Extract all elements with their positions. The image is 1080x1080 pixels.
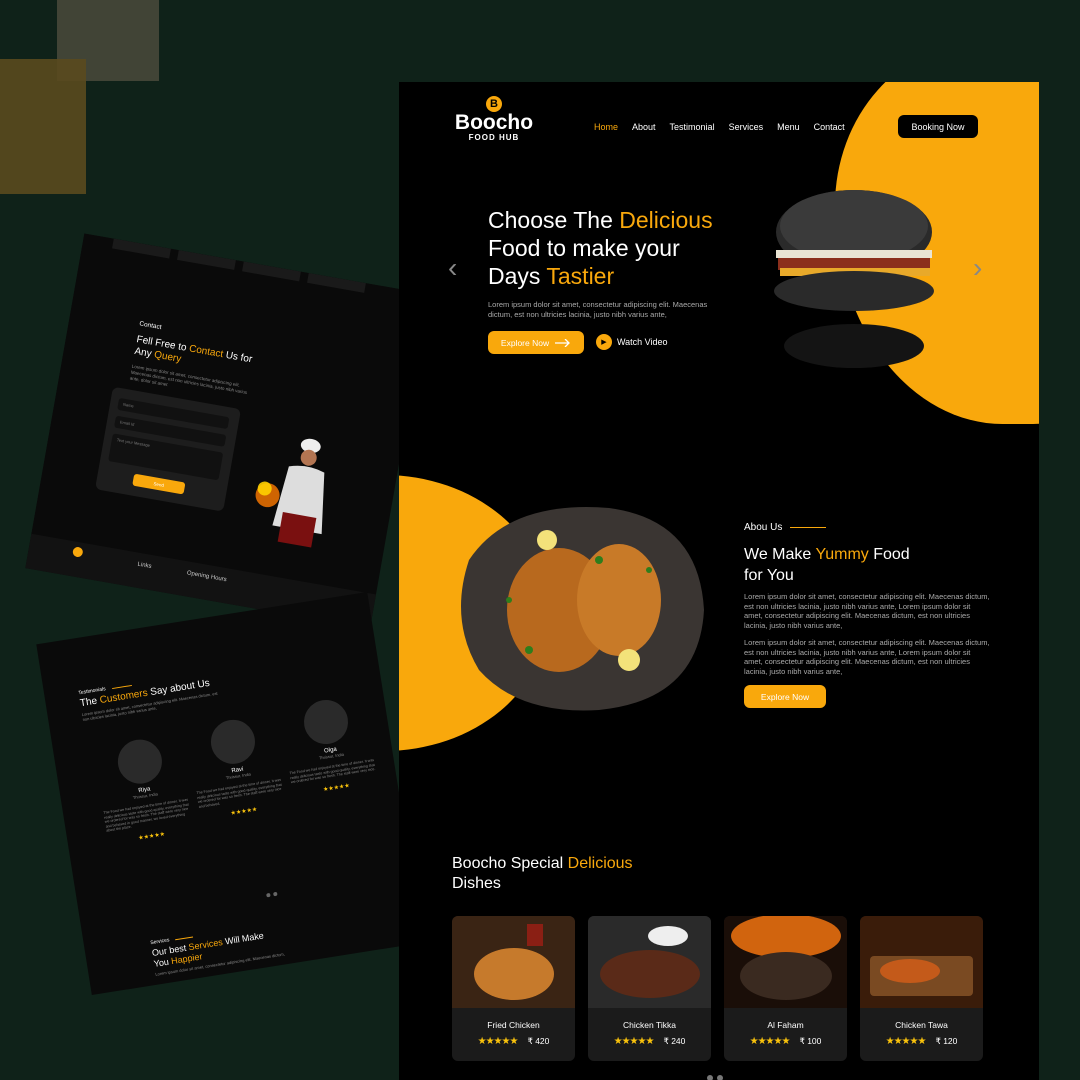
- main-nav: Home About Testimonial Services Menu Con…: [594, 122, 859, 132]
- dish-card[interactable]: Al Faham ★★★★★ ₹ 100: [724, 916, 847, 1061]
- nav-contact[interactable]: Contact: [814, 122, 845, 132]
- testimonial-card: Riya Thrissur, India The Food we had enj…: [93, 733, 196, 846]
- testimonial-card: Ravi Thrissur, India The Food we had enj…: [186, 713, 288, 822]
- nav-menu[interactable]: Menu: [777, 122, 800, 132]
- mock-testimonials-page: Testimonials The Customers Say about Us …: [36, 591, 423, 996]
- dish-name: Chicken Tikka: [623, 1020, 676, 1030]
- logo-icon: B: [486, 96, 502, 112]
- about-label: Abou Us: [744, 522, 827, 533]
- chef-image: [240, 427, 349, 561]
- burger-image: [774, 190, 934, 368]
- main-landing-page: B Boocho FOOD HUB Home About Testimonial…: [399, 82, 1039, 1080]
- special-dishes-title: Boocho Special Delicious Dishes: [452, 855, 633, 892]
- dish-price: ₹ 420: [527, 1036, 550, 1046]
- mock-contact-page: Contact Fell Free to Contact Us for Any …: [25, 233, 439, 630]
- dish-meta: ★★★★★ ₹ 100: [724, 1036, 847, 1047]
- hero-description: Lorem ipsum dolor sit amet, consectetur …: [488, 300, 708, 319]
- dish-meta: ★★★★★ ₹ 240: [588, 1036, 711, 1047]
- mock-contact-form: Name Email Id Text your Message Send: [95, 387, 241, 512]
- dish-name: Al Faham: [767, 1020, 804, 1030]
- chevron-left-icon[interactable]: ‹: [448, 252, 457, 284]
- dish-price: ₹ 120: [935, 1036, 958, 1046]
- roast-chicken-image: [461, 507, 704, 711]
- brand-sub: FOOD HUB: [468, 133, 520, 142]
- hero-title: Choose The Delicious Food to make your D…: [488, 207, 713, 289]
- explore-label: Explore Now: [500, 337, 550, 348]
- dish-name: Fried Chicken: [487, 1020, 540, 1030]
- mock-contact-label: Contact: [138, 320, 163, 332]
- dish-card[interactable]: Chicken Tikka ★★★★★ ₹ 240: [588, 916, 711, 1061]
- arrow-right-icon: [555, 338, 571, 347]
- rating-stars: ★★★★★: [885, 1036, 927, 1047]
- dish-price: ₹ 240: [663, 1036, 686, 1046]
- about-explore-button[interactable]: Explore Now: [744, 685, 826, 708]
- rating-stars: ★★★★★: [613, 1036, 655, 1047]
- rating-stars: ★★★★★: [749, 1036, 791, 1047]
- avatar: [300, 696, 352, 748]
- chicken-tawa-image: [860, 916, 983, 1008]
- explore-button[interactable]: Explore Now: [488, 331, 584, 354]
- dish-card[interactable]: Fried Chicken ★★★★★ ₹ 420: [452, 916, 575, 1061]
- mock-send-button[interactable]: Send: [132, 474, 185, 495]
- nav-services[interactable]: Services: [729, 122, 764, 132]
- fried-chicken-image: [452, 916, 575, 1008]
- nav-about[interactable]: About: [632, 122, 656, 132]
- dish-meta: ★★★★★ ₹ 420: [452, 1036, 575, 1047]
- avatar: [114, 736, 166, 787]
- brand-logo[interactable]: B Boocho FOOD HUB: [454, 96, 534, 142]
- booking-button[interactable]: Booking Now: [898, 115, 978, 138]
- about-paragraph-1: Lorem ipsum dolor sit amet, consectetur …: [744, 592, 990, 630]
- carousel-dots[interactable]: [266, 891, 278, 898]
- chicken-tikka-image: [588, 916, 711, 1008]
- brand-name: Boocho: [454, 111, 534, 134]
- al-faham-image: [724, 916, 847, 1008]
- dish-name: Chicken Tawa: [895, 1020, 948, 1030]
- watch-video-link[interactable]: ▶ Watch Video: [596, 334, 668, 350]
- dish-meta: ★★★★★ ₹ 120: [860, 1036, 983, 1047]
- dish-price: ₹ 100: [799, 1036, 822, 1046]
- dish-list: Fried Chicken ★★★★★ ₹ 420 Chicken Tikka …: [452, 916, 983, 1061]
- nav-testimonial[interactable]: Testimonial: [670, 122, 715, 132]
- chevron-right-icon[interactable]: ›: [973, 252, 982, 284]
- nav-home[interactable]: Home: [594, 122, 618, 132]
- about-title: We Make Yummy Food for You: [744, 546, 910, 584]
- carousel-dots[interactable]: [707, 1075, 723, 1080]
- testimonial-card: Olga Thrissur, India The Food we had enj…: [279, 693, 380, 797]
- avatar: [207, 716, 259, 767]
- rating-stars: ★★★★★: [477, 1036, 519, 1047]
- play-icon: ▶: [596, 334, 612, 350]
- decor-square-gold: [0, 59, 86, 194]
- watch-video-label: Watch Video: [617, 337, 668, 347]
- mock-top-tabs: [112, 239, 366, 293]
- about-paragraph-2: Lorem ipsum dolor sit amet, consectetur …: [744, 638, 990, 676]
- dish-card[interactable]: Chicken Tawa ★★★★★ ₹ 120: [860, 916, 983, 1061]
